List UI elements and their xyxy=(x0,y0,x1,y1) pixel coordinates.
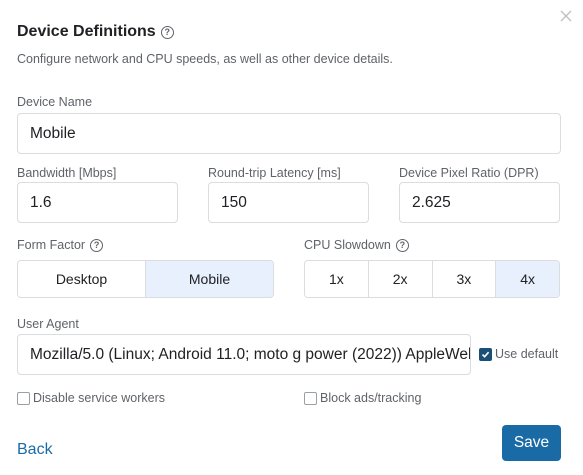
latency-label: Round-trip Latency [ms] xyxy=(208,166,341,180)
help-icon[interactable]: ? xyxy=(90,238,104,252)
bandwidth-label: Bandwidth [Mbps] xyxy=(17,166,117,180)
dpr-label: Device Pixel Ratio (DPR) xyxy=(399,166,539,180)
form-factor-desktop-button[interactable]: Desktop xyxy=(18,261,146,297)
form-factor-mobile-button[interactable]: Mobile xyxy=(146,261,273,297)
cpu-slowdown-4x-button[interactable]: 4x xyxy=(496,261,559,297)
form-factor-selector: Desktop Mobile xyxy=(17,260,274,298)
cpu-slowdown-2x-button[interactable]: 2x xyxy=(368,261,433,297)
cpu-slowdown-1x-button[interactable]: 1x xyxy=(305,261,369,297)
dialog-title: Device Definitions xyxy=(17,23,156,40)
cpu-slowdown-label: CPU Slowdown ? xyxy=(304,238,409,252)
disable-service-workers-row[interactable]: Disable service workers xyxy=(17,391,165,405)
dialog-header: Device Definitions ? xyxy=(17,22,174,42)
device-name-label: Device Name xyxy=(17,95,93,109)
help-icon[interactable]: ? xyxy=(395,238,409,252)
form-factor-label: Form Factor ? xyxy=(17,238,104,252)
save-button[interactable]: Save xyxy=(502,425,561,461)
latency-input[interactable]: 150 xyxy=(208,182,369,223)
use-default-checkbox-row[interactable]: Use default xyxy=(479,347,558,361)
dpr-input[interactable]: 2.625 xyxy=(399,182,560,223)
back-button[interactable]: Back xyxy=(17,441,53,459)
block-ads-checkbox[interactable] xyxy=(304,391,317,405)
help-icon[interactable]: ? xyxy=(160,25,174,39)
use-default-label: Use default xyxy=(495,347,559,361)
checkmark-icon xyxy=(481,351,490,358)
cpu-slowdown-label-text: CPU Slowdown xyxy=(304,238,391,252)
block-ads-row[interactable]: Block ads/tracking xyxy=(304,391,421,405)
disable-service-workers-label: Disable service workers xyxy=(33,391,165,405)
block-ads-label: Block ads/tracking xyxy=(320,391,422,405)
cpu-slowdown-selector: 1x 2x 3x 4x xyxy=(304,260,560,298)
bandwidth-input[interactable]: 1.6 xyxy=(17,182,178,223)
user-agent-label: User Agent xyxy=(17,317,79,331)
device-name-input[interactable]: Mobile xyxy=(17,113,561,154)
cpu-slowdown-3x-button[interactable]: 3x xyxy=(432,261,497,297)
close-icon[interactable] xyxy=(559,9,573,23)
use-default-checkbox[interactable] xyxy=(479,347,492,361)
user-agent-input[interactable]: Mozilla/5.0 (Linux; Android 11.0; moto g… xyxy=(17,334,471,375)
form-factor-label-text: Form Factor xyxy=(17,238,86,252)
disable-service-workers-checkbox[interactable] xyxy=(17,391,30,405)
dialog-subtitle: Configure network and CPU speeds, as wel… xyxy=(17,52,393,66)
